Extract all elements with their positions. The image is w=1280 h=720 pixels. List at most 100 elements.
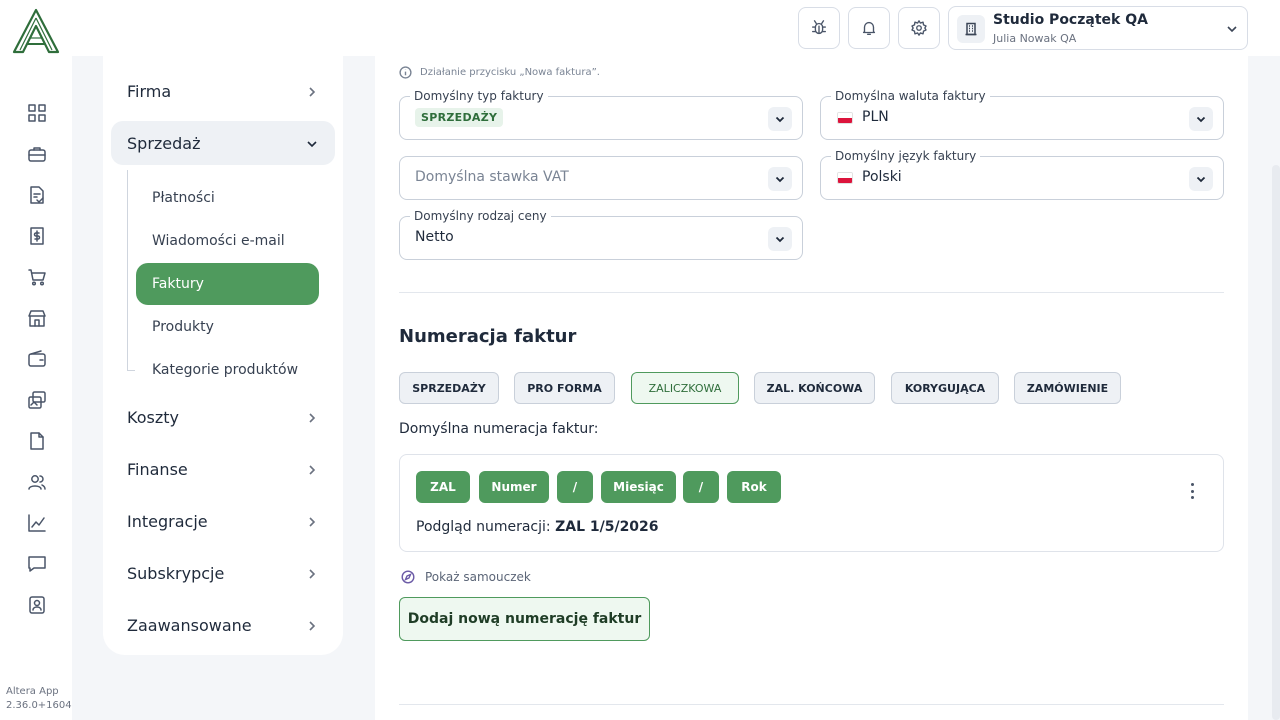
language-select[interactable]: Domyślny język faktury Polski (820, 149, 1224, 200)
add-numbering-button[interactable]: Dodaj nową numerację faktur (399, 597, 650, 641)
more-options-icon[interactable] (1189, 483, 1195, 499)
images-icon[interactable] (24, 387, 50, 413)
wallet-icon[interactable] (24, 346, 50, 372)
tutorial-text: Pokaż samouczek (425, 570, 531, 584)
users-icon[interactable] (24, 469, 50, 495)
building-icon (957, 15, 985, 43)
nav-item-label: Finanse (127, 459, 188, 479)
dashboard-icon[interactable] (24, 100, 50, 126)
tree-tick (127, 370, 135, 371)
chevron-down-icon[interactable] (768, 227, 792, 251)
field-label: Domyślna waluta faktury (831, 89, 990, 103)
numbering-chip-separator[interactable]: / (557, 471, 593, 503)
chevron-down-icon[interactable] (768, 167, 792, 191)
bug-report-button[interactable] (798, 7, 840, 49)
chevron-down-icon[interactable] (768, 107, 792, 131)
chevron-right-icon (305, 84, 319, 98)
chart-line-icon[interactable] (24, 510, 50, 536)
sub-item-platnosci[interactable]: Płatności (136, 177, 319, 219)
nav-item-sprzedaz[interactable]: Sprzedaż (111, 121, 335, 165)
top-bar: Studio Początek QA Julia Nowak QA (72, 0, 1280, 56)
invoice-dollar-icon[interactable] (24, 223, 50, 249)
store-icon[interactable] (24, 305, 50, 331)
app-version: Altera App 2.36.0+1604 (6, 685, 72, 713)
preview-label: Podgląd numeracji: (416, 519, 551, 535)
field-label: Domyślny język faktury (831, 149, 981, 163)
chevron-right-icon (305, 618, 319, 632)
sub-item-label: Produkty (152, 319, 214, 335)
preview-value: ZAL 1/5/2026 (555, 519, 659, 535)
price-type-select[interactable]: Domyślny rodzaj ceny Netto (399, 209, 803, 260)
sub-item-wiadomosci-email[interactable]: Wiadomości e-mail (136, 220, 319, 262)
file-icon[interactable] (24, 428, 50, 454)
type-tab-zamowienie[interactable]: ZAMÓWIENIE (1014, 372, 1121, 404)
nav-item-integracje[interactable]: Integracje (111, 499, 335, 543)
nav-item-koszty[interactable]: Koszty (111, 395, 335, 439)
nav-item-label: Zaawansowane (127, 615, 252, 635)
chevron-down-icon[interactable] (1189, 107, 1213, 131)
chevron-right-icon (305, 462, 319, 476)
page-scrollbar[interactable] (1272, 165, 1280, 720)
cart-icon[interactable] (24, 264, 50, 290)
sub-item-faktury[interactable]: Faktury (136, 263, 319, 305)
show-tutorial-link[interactable]: Pokaż samouczek (401, 570, 531, 584)
app-name-text: Altera App (6, 686, 59, 697)
bell-icon (862, 21, 876, 35)
vat-rate-select[interactable]: Domyślna stawka VAT (399, 156, 803, 200)
field-label: Domyślny typ faktury (410, 89, 548, 103)
sub-item-label: Kategorie produktów (152, 362, 299, 378)
notifications-button[interactable] (848, 7, 890, 49)
nav-item-label: Sprzedaż (127, 133, 201, 153)
sub-item-kategorie-produktow[interactable]: Kategorie produktów (136, 349, 319, 391)
type-tab-sprzedazy[interactable]: SPRZEDAŻY (399, 372, 499, 404)
section-divider (399, 704, 1224, 705)
chevron-right-icon (305, 514, 319, 528)
app-rail: Altera App 2.36.0+1604 (0, 0, 72, 720)
invoice-settings-panel: Działanie przycisku „Nowa faktura”. Domy… (375, 56, 1248, 720)
currency-select[interactable]: Domyślna waluta faktury PLN (820, 89, 1224, 140)
type-tab-pro-forma[interactable]: PRO FORMA (514, 372, 615, 404)
sub-item-label: Wiadomości e-mail (152, 233, 285, 249)
sub-item-produkty[interactable]: Produkty (136, 306, 319, 348)
chevron-right-icon (305, 566, 319, 580)
type-tab-zal-koncowa[interactable]: ZAL. KOŃCOWA (754, 372, 875, 404)
numbering-chip-prefix[interactable]: ZAL (416, 471, 470, 503)
document-check-icon[interactable] (24, 182, 50, 208)
numbering-chip-month[interactable]: Miesiąc (601, 471, 676, 503)
chat-icon[interactable] (24, 551, 50, 577)
default-numbering-label: Domyślna numeracja faktur: (399, 421, 599, 437)
type-tab-zaliczkowa[interactable]: ZALICZKOWA (631, 372, 739, 404)
numbering-chip-number[interactable]: Numer (479, 471, 549, 503)
tree-line (127, 170, 128, 371)
nav-item-subskrypcje[interactable]: Subskrypcje (111, 551, 335, 595)
price-type-value: Netto (415, 229, 454, 245)
sub-item-label: Faktury (152, 276, 204, 292)
nav-item-zaawansowane[interactable]: Zaawansowane (111, 603, 335, 647)
nav-item-finanse[interactable]: Finanse (111, 447, 335, 491)
section-divider (399, 292, 1224, 293)
numbering-chip-separator[interactable]: / (683, 471, 719, 503)
nav-item-firma[interactable]: Firma (111, 69, 335, 113)
hint-row: Działanie przycisku „Nowa faktura”. (399, 66, 600, 79)
type-tab-korygujaca[interactable]: KORYGUJĄCA (891, 372, 999, 404)
altera-logo[interactable] (11, 8, 61, 54)
settings-button[interactable] (898, 7, 940, 49)
organization-switcher[interactable]: Studio Początek QA Julia Nowak QA (948, 6, 1248, 50)
nav-item-label: Koszty (127, 407, 179, 427)
bug-icon (812, 20, 826, 35)
invoice-type-value: SPRZEDAŻY (415, 108, 504, 127)
poland-flag-icon (837, 172, 853, 184)
briefcase-icon[interactable] (24, 141, 50, 167)
contact-card-icon[interactable] (24, 592, 50, 618)
poland-flag-icon (837, 112, 853, 124)
nav-item-label: Subskrypcje (127, 563, 225, 583)
chevron-down-icon[interactable] (1189, 167, 1213, 191)
numbering-preview: Podgląd numeracji: ZAL 1/5/2026 (416, 519, 659, 535)
hint-text: Działanie przycisku „Nowa faktura”. (420, 67, 600, 78)
numbering-chip-year[interactable]: Rok (727, 471, 781, 503)
gear-icon (911, 20, 927, 36)
compass-icon (401, 570, 415, 584)
organization-name: Studio Początek QA (993, 12, 1148, 28)
language-value: Polski (862, 169, 902, 185)
invoice-type-select[interactable]: Domyślny typ faktury SPRZEDAŻY (399, 89, 803, 140)
